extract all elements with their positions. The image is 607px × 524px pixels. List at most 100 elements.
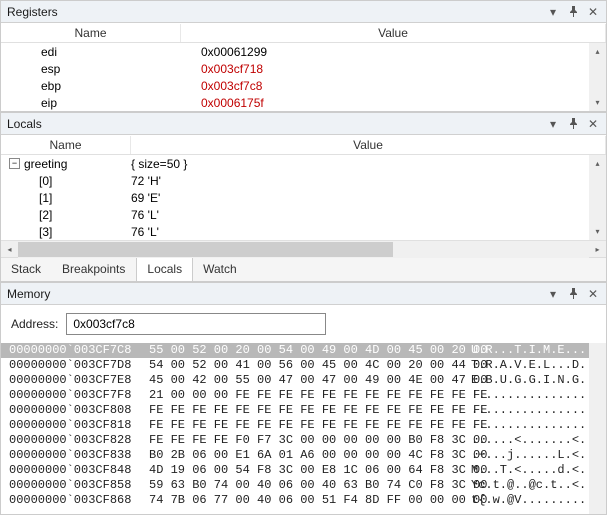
registers-body: edi 0x00061299 esp 0x003cf718 ebp 0x003c… (1, 43, 606, 111)
pin-icon[interactable] (566, 287, 580, 301)
memory-row[interactable]: 00000000`003CF7C8 55 00 52 00 20 00 54 0… (1, 343, 606, 358)
memory-hex: 21 00 00 00 FE FE FE FE FE FE FE FE FE F… (149, 388, 471, 403)
memory-row[interactable]: 00000000`003CF868 74 7B 06 77 00 40 06 0… (9, 493, 602, 508)
address-label: Address: (11, 317, 58, 331)
locals-var-value: { size=50 } (131, 157, 606, 171)
memory-hex: FE FE FE FE F0 F7 3C 00 00 00 00 00 B0 F… (149, 433, 471, 448)
memory-row[interactable]: 00000000`003CF838 B0 2B 06 00 E1 6A 01 A… (9, 448, 602, 463)
memory-addr: 00000000`003CF858 (9, 478, 149, 493)
close-icon[interactable]: ✕ (586, 5, 600, 19)
memory-ascii: T.R.A.V.E.L...D. (471, 358, 586, 373)
memory-addr: 00000000`003CF808 (9, 403, 149, 418)
bottom-tabs: Stack Breakpoints Locals Watch (1, 257, 606, 281)
memory-actions: ▾ ✕ (546, 287, 600, 301)
memory-ascii: t{.w.@V......... (471, 493, 586, 508)
memory-row[interactable]: 00000000`003CF848 4D 19 06 00 54 F8 3C 0… (9, 463, 602, 478)
locals-name-header[interactable]: Name (1, 136, 131, 154)
memory-hex: 4D 19 06 00 54 F8 3C 00 E8 1C 06 00 64 F… (149, 463, 471, 478)
locals-index: [3] (39, 225, 52, 239)
locals-value-header[interactable]: Value (131, 136, 606, 154)
memory-ascii: !............... (471, 388, 586, 403)
tab-breakpoints[interactable]: Breakpoints (52, 258, 136, 281)
registers-value-header[interactable]: Value (181, 24, 606, 42)
collapse-icon[interactable]: − (9, 158, 20, 169)
dropdown-icon[interactable]: ▾ (546, 287, 560, 301)
memory-title: Memory (7, 287, 546, 301)
memory-row[interactable]: 00000000`003CF828 FE FE FE FE F0 F7 3C 0… (9, 433, 602, 448)
tab-locals[interactable]: Locals (136, 257, 193, 281)
registers-header: Registers ▾ ✕ (1, 1, 606, 23)
memory-addr: 00000000`003CF7F8 (9, 388, 149, 403)
memory-hex: 55 00 52 00 20 00 54 00 49 00 4D 00 45 0… (149, 343, 471, 358)
memory-row[interactable]: 00000000`003CF7E8 45 00 42 00 55 00 47 0… (9, 373, 602, 388)
pin-icon[interactable] (566, 117, 580, 131)
scroll-up-icon[interactable]: ▴ (589, 155, 606, 172)
register-value: 0x00061299 (181, 45, 606, 59)
locals-child-row[interactable]: [3] 76 'L' (1, 223, 606, 240)
locals-title: Locals (7, 117, 546, 131)
registers-title: Registers (7, 5, 546, 19)
memory-row[interactable]: 00000000`003CF808 FE FE FE FE FE FE FE F… (9, 403, 602, 418)
memory-ascii: ......<.......<. (471, 433, 586, 448)
memory-ascii: Yc.t.@..@c.t..<. (471, 478, 586, 493)
tab-watch[interactable]: Watch (193, 258, 248, 281)
memory-vscroll[interactable] (589, 343, 606, 514)
register-value: 0x003cf7c8 (181, 79, 606, 93)
registers-vscroll[interactable]: ▴ ▾ (589, 43, 606, 111)
memory-addr: 00000000`003CF818 (9, 418, 149, 433)
locals-hscroll[interactable]: ◂ ▸ (1, 240, 606, 257)
scroll-down-icon[interactable]: ▾ (589, 94, 606, 111)
locals-var-name: greeting (24, 157, 67, 171)
memory-hex: B0 2B 06 00 E1 6A 01 A6 00 00 00 00 4C F… (149, 448, 471, 463)
register-value: 0x0006175f (181, 96, 606, 110)
locals-vscroll[interactable]: ▴ ▾ (589, 155, 606, 240)
tab-stack[interactable]: Stack (1, 258, 52, 281)
pin-icon[interactable] (566, 5, 580, 19)
register-name: esp (1, 62, 181, 76)
register-name: ebp (1, 79, 181, 93)
memory-hex: 74 7B 06 77 00 40 06 00 51 F4 8D FF 00 0… (149, 493, 471, 508)
memory-ascii: .+...j......L.<. (471, 448, 586, 463)
hscroll-thumb[interactable] (18, 242, 393, 257)
scroll-up-icon[interactable]: ▴ (589, 43, 606, 60)
register-name: eip (1, 96, 181, 110)
register-row[interactable]: eip 0x0006175f (1, 94, 606, 111)
memory-ascii: ................ (471, 418, 586, 433)
dropdown-icon[interactable]: ▾ (546, 5, 560, 19)
register-row[interactable]: edi 0x00061299 (1, 43, 606, 60)
scroll-down-icon[interactable]: ▾ (589, 223, 606, 240)
memory-addr: 00000000`003CF828 (9, 433, 149, 448)
register-name: edi (1, 45, 181, 59)
registers-columns: Name Value (1, 23, 606, 43)
memory-row[interactable]: 00000000`003CF7D8 54 00 52 00 41 00 56 0… (9, 358, 602, 373)
memory-row[interactable]: 00000000`003CF7F8 21 00 00 00 FE FE FE F… (9, 388, 602, 403)
memory-row[interactable]: 00000000`003CF818 FE FE FE FE FE FE FE F… (9, 418, 602, 433)
locals-child-value: 69 'E' (131, 191, 606, 205)
locals-columns: Name Value (1, 135, 606, 155)
memory-ascii: ................ (471, 403, 586, 418)
address-input[interactable] (66, 313, 326, 335)
locals-header: Locals ▾ ✕ (1, 113, 606, 135)
memory-addr: 00000000`003CF848 (9, 463, 149, 478)
memory-row[interactable]: 00000000`003CF858 59 63 B0 74 00 40 06 0… (9, 478, 602, 493)
registers-name-header[interactable]: Name (1, 24, 181, 42)
register-row[interactable]: ebp 0x003cf7c8 (1, 77, 606, 94)
locals-index: [1] (39, 191, 52, 205)
register-row[interactable]: esp 0x003cf718 (1, 60, 606, 77)
locals-child-row[interactable]: [2] 76 'L' (1, 206, 606, 223)
memory-addr: 00000000`003CF7C8 (9, 343, 149, 358)
locals-child-row[interactable]: [1] 69 'E' (1, 189, 606, 206)
dropdown-icon[interactable]: ▾ (546, 117, 560, 131)
memory-toolbar: Address: (1, 305, 606, 343)
registers-panel: Registers ▾ ✕ Name Value edi 0x00061299 … (0, 0, 607, 112)
locals-child-row[interactable]: [0] 72 'H' (1, 172, 606, 189)
scroll-left-icon[interactable]: ◂ (1, 241, 18, 258)
scroll-right-icon[interactable]: ▸ (589, 241, 606, 258)
close-icon[interactable]: ✕ (586, 287, 600, 301)
memory-addr: 00000000`003CF7E8 (9, 373, 149, 388)
memory-hex: FE FE FE FE FE FE FE FE FE FE FE FE FE F… (149, 418, 471, 433)
memory-addr: 00000000`003CF868 (9, 493, 149, 508)
close-icon[interactable]: ✕ (586, 117, 600, 131)
memory-grid[interactable]: 00000000`003CF7C8 55 00 52 00 20 00 54 0… (1, 343, 606, 514)
locals-root-row[interactable]: − greeting { size=50 } (1, 155, 606, 172)
